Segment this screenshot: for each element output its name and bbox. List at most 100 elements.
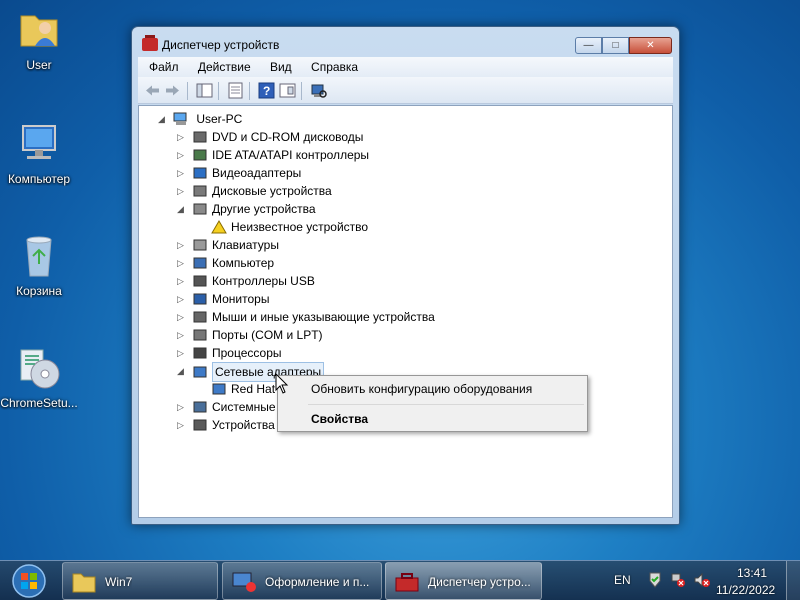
tree-category-item[interactable]: ▷ Процессоры bbox=[177, 344, 282, 362]
tree-category-item[interactable]: ▷ Видеоадаптеры bbox=[177, 164, 301, 182]
device-tree: ◢ User-PC ▷ DVD и CD-ROM дисководы ▷ IDE AT… bbox=[138, 105, 673, 518]
volume-muted-icon[interactable] bbox=[694, 572, 710, 588]
expand-arrow-icon[interactable]: ▷ bbox=[177, 236, 187, 254]
properties-icon[interactable] bbox=[227, 82, 244, 99]
start-button[interactable] bbox=[4, 563, 54, 599]
show-hide-tree-icon[interactable] bbox=[196, 82, 213, 99]
computer-icon bbox=[15, 120, 63, 168]
tree-category-item[interactable]: ▷ Системные у bbox=[177, 398, 285, 416]
expand-arrow-icon[interactable]: ▷ bbox=[177, 290, 187, 308]
clock-date[interactable]: 11/22/2022 bbox=[716, 583, 775, 597]
tree-category-item[interactable]: ▷ Мониторы bbox=[177, 290, 269, 308]
port-icon bbox=[193, 329, 207, 341]
ide-controller-icon bbox=[193, 149, 207, 161]
processor-icon bbox=[193, 347, 207, 359]
view-details-icon[interactable] bbox=[279, 82, 296, 99]
desktop-icon-computer[interactable]: Компьютер bbox=[0, 120, 78, 186]
help-icon[interactable]: ? bbox=[258, 82, 275, 99]
toolbox-icon bbox=[142, 35, 158, 51]
taskbar-item-personalization[interactable]: Оформление и п... bbox=[222, 562, 382, 600]
desktop-icon-recycle-bin[interactable]: Корзина bbox=[0, 232, 78, 298]
context-menu-scan-hardware[interactable]: Обновить конфигурацию оборудования bbox=[311, 382, 532, 396]
warning-icon bbox=[211, 220, 227, 234]
expand-arrow-icon[interactable]: ▷ bbox=[177, 182, 187, 200]
other-devices-icon bbox=[193, 203, 207, 215]
folder-icon bbox=[72, 573, 96, 593]
system-devices-icon bbox=[193, 401, 207, 413]
network-adapter-icon bbox=[193, 366, 207, 378]
device-manager-window: Диспетчер устройств — □ ✕ Файл Действие … bbox=[131, 26, 680, 525]
display-adapter-icon bbox=[193, 167, 207, 179]
desktop-icon-label: Компьютер bbox=[7, 172, 71, 186]
svg-text:?: ? bbox=[263, 84, 270, 98]
computer-icon bbox=[193, 257, 207, 269]
toolbar-separator bbox=[249, 82, 250, 100]
tree-category-item[interactable]: ◢ Другие устройства bbox=[177, 200, 316, 218]
mouse-cursor-icon bbox=[275, 373, 289, 394]
title-bar[interactable]: Диспетчер устройств — □ ✕ bbox=[132, 27, 679, 57]
maximize-button[interactable]: □ bbox=[602, 37, 629, 54]
hid-device-icon bbox=[193, 419, 207, 431]
expand-arrow-icon[interactable]: ▷ bbox=[177, 398, 187, 416]
minimize-button[interactable]: — bbox=[575, 37, 602, 54]
expand-arrow-icon[interactable]: ▷ bbox=[177, 164, 187, 182]
tree-category-item[interactable]: ▷ Порты (COM и LPT) bbox=[177, 326, 323, 344]
network-adapter-icon bbox=[212, 383, 226, 395]
tree-category-item[interactable]: ▷ DVD и CD-ROM дисководы bbox=[177, 128, 363, 146]
scan-hardware-icon[interactable] bbox=[310, 82, 327, 99]
desktop-icon-chrome-setup[interactable]: ChromeSetu... bbox=[0, 344, 78, 410]
disk-drive-icon bbox=[193, 185, 207, 197]
tree-category-item[interactable]: ▷ IDE ATA/ATAPI контроллеры bbox=[177, 146, 369, 164]
context-menu: Обновить конфигурацию оборудования Свойс… bbox=[277, 375, 588, 432]
desktop-icon-label: User bbox=[26, 58, 52, 72]
menu-file[interactable]: Файл bbox=[144, 57, 184, 74]
expand-arrow-icon[interactable]: ▷ bbox=[177, 146, 187, 164]
tree-category-item[interactable]: ▷ Дисковые устройства bbox=[177, 182, 332, 200]
desktop-icon-label: ChromeSetu... bbox=[0, 396, 78, 410]
desktop-icon-label: Корзина bbox=[16, 284, 62, 298]
expand-arrow-icon[interactable]: ▷ bbox=[177, 254, 187, 272]
tree-child-item[interactable]: Неизвестное устройство bbox=[211, 218, 368, 236]
tree-category-item[interactable]: ▷ Клавиатуры bbox=[177, 236, 279, 254]
expand-arrow-icon[interactable]: ▷ bbox=[177, 272, 187, 290]
toolbar-separator bbox=[187, 82, 188, 100]
tree-root[interactable]: ◢ User-PC bbox=[158, 110, 242, 128]
collapse-arrow-icon[interactable]: ◢ bbox=[177, 362, 187, 380]
show-desktop-button[interactable] bbox=[786, 561, 800, 600]
tree-category-item[interactable]: ▷ Контроллеры USB bbox=[177, 272, 315, 290]
language-indicator[interactable]: EN bbox=[614, 573, 631, 587]
computer-icon bbox=[173, 112, 187, 125]
toolbar-separator bbox=[301, 82, 302, 100]
expand-arrow-icon[interactable]: ▷ bbox=[177, 326, 187, 344]
user-folder-icon bbox=[15, 6, 63, 54]
menu-action[interactable]: Действие bbox=[193, 57, 256, 74]
expand-arrow-icon[interactable]: ▷ bbox=[177, 128, 187, 146]
menu-bar: Файл Действие Вид Справка bbox=[138, 57, 673, 77]
close-button[interactable]: ✕ bbox=[629, 37, 672, 54]
toolbox-icon bbox=[395, 573, 419, 592]
menu-view[interactable]: Вид bbox=[265, 57, 297, 74]
taskbar-item-win7[interactable]: Win7 bbox=[62, 562, 218, 600]
toolbar: ? bbox=[138, 77, 673, 104]
desktop-icon-user[interactable]: User bbox=[0, 6, 78, 72]
network-icon[interactable] bbox=[670, 572, 686, 588]
expand-arrow-icon[interactable]: ▷ bbox=[177, 416, 187, 434]
tree-category-item[interactable]: ▷ Устройства Н bbox=[177, 416, 287, 434]
display-settings-icon bbox=[232, 572, 256, 592]
tree-category-item[interactable]: ▷ Компьютер bbox=[177, 254, 274, 272]
collapse-arrow-icon[interactable]: ◢ bbox=[158, 110, 168, 128]
monitor-icon bbox=[193, 293, 207, 305]
taskbar-item-device-manager[interactable]: Диспетчер устро... bbox=[385, 562, 542, 600]
mouse-icon bbox=[193, 311, 207, 323]
action-center-icon[interactable] bbox=[647, 572, 663, 588]
context-menu-properties[interactable]: Свойства bbox=[311, 412, 368, 426]
back-arrow-icon[interactable] bbox=[144, 82, 161, 99]
window-title: Диспетчер устройств bbox=[162, 38, 280, 52]
expand-arrow-icon[interactable]: ▷ bbox=[177, 344, 187, 362]
menu-help[interactable]: Справка bbox=[306, 57, 363, 74]
collapse-arrow-icon[interactable]: ◢ bbox=[177, 200, 187, 218]
expand-arrow-icon[interactable]: ▷ bbox=[177, 308, 187, 326]
tree-category-item[interactable]: ▷ Мыши и иные указывающие устройства bbox=[177, 308, 435, 326]
clock-time[interactable]: 13:41 bbox=[737, 566, 767, 580]
forward-arrow-icon[interactable] bbox=[164, 82, 181, 99]
